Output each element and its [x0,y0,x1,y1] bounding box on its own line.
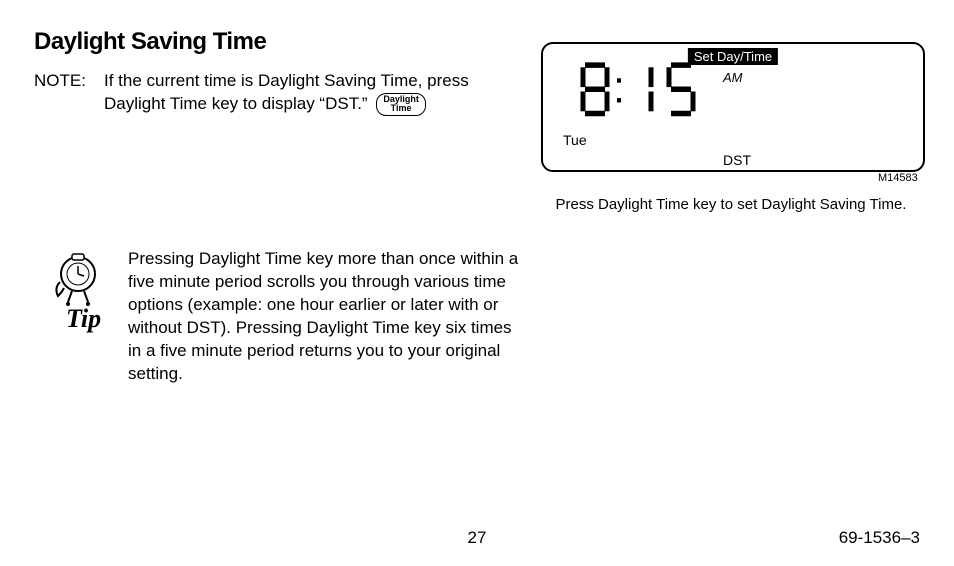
lcd-ampm: AM [723,70,743,85]
lcd-time-value [579,61,719,134]
thermostat-display: Set Day/Time [541,42,925,172]
key-label-line2: Time [383,104,419,113]
page-number: 27 [0,528,954,548]
document-number: 69-1536–3 [839,528,920,548]
note-text-line1: If the current time is Daylight Saving T… [104,71,469,90]
manual-page: Daylight Saving Time NOTE: If the curren… [0,0,954,566]
note-block: NOTE: If the current time is Daylight Sa… [34,70,534,116]
note-text-line2: Daylight Time key to display “DST.” [104,94,368,113]
figure-caption: Press Daylight Time key to set Daylight … [541,196,921,213]
lcd-day: Tue [563,132,587,148]
tip-label: Tip [66,304,101,334]
daylight-time-key-icon: Daylight Time [376,93,426,116]
lcd-dst-indicator: DST [723,152,751,168]
tip-body: Pressing Daylight Time key more than onc… [128,248,528,386]
figure-code: M14583 [878,172,918,184]
note-body: If the current time is Daylight Saving T… [104,70,534,116]
page-heading: Daylight Saving Time [34,28,266,56]
note-label: NOTE: [34,70,104,116]
